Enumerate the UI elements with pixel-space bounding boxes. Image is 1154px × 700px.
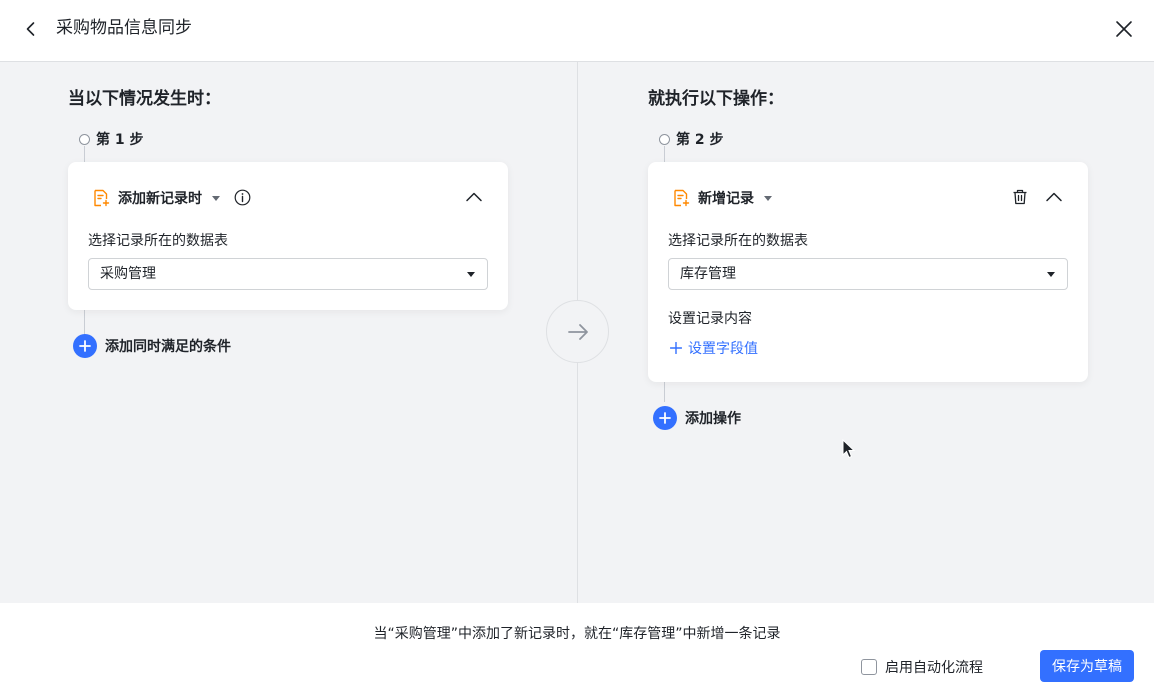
chevron-left-icon xyxy=(26,22,35,36)
step-dot xyxy=(79,133,90,145)
step-label: 第 1 步 xyxy=(96,132,144,148)
info-icon xyxy=(234,189,250,205)
trigger-type-selector[interactable]: 添加新记录时 xyxy=(92,188,220,208)
select-value: 库存管理 xyxy=(680,266,736,282)
enable-automation-checkbox[interactable] xyxy=(861,659,877,675)
set-field-value-label: 设置字段值 xyxy=(688,341,758,357)
chevron-up-icon xyxy=(466,192,482,202)
caret-down-icon xyxy=(467,272,475,277)
collapse-button[interactable] xyxy=(1043,186,1065,208)
collapse-button[interactable] xyxy=(463,186,485,208)
page-title: 采购物品信息同步 xyxy=(56,18,192,38)
plus-icon xyxy=(670,342,682,354)
trigger-table-select[interactable]: 采购管理 xyxy=(88,258,488,290)
chevron-up-icon xyxy=(1046,192,1062,202)
record-add-icon xyxy=(674,189,690,207)
record-content-label: 设置记录内容 xyxy=(668,311,752,327)
action-table-select[interactable]: 库存管理 xyxy=(668,258,1068,290)
record-add-icon xyxy=(94,189,110,207)
workflow-canvas: 当以下情况发生时： 第 1 步 添加新记录时 选择记录所在的数据表 采购管理 添… xyxy=(0,62,1154,603)
action-card: 新增记录 选择记录所在的数据表 库存管理 设置记录内容 设置字段值 xyxy=(648,162,1088,382)
add-action-label: 添加操作 xyxy=(685,411,741,427)
save-draft-button[interactable]: 保存为草稿 xyxy=(1040,650,1134,682)
add-action-button[interactable]: 添加操作 xyxy=(653,406,741,430)
caret-down-icon xyxy=(1047,272,1055,277)
add-condition-button[interactable]: 添加同时满足的条件 xyxy=(73,334,231,358)
trigger-title: 添加新记录时 xyxy=(118,191,202,207)
step-label: 第 2 步 xyxy=(676,132,724,148)
enable-automation-toggle[interactable]: 启用自动化流程 xyxy=(861,657,983,677)
enable-automation-label: 启用自动化流程 xyxy=(885,660,983,676)
flow-summary: 当“采购管理”中添加了新记录时，就在“库存管理”中新增一条记录 xyxy=(373,626,781,642)
set-field-value-link[interactable]: 设置字段值 xyxy=(670,338,758,358)
caret-down-icon xyxy=(212,195,220,201)
select-value: 采购管理 xyxy=(100,266,156,282)
plus-icon xyxy=(73,334,97,358)
action-heading: 就执行以下操作： xyxy=(648,89,784,109)
action-title: 新增记录 xyxy=(698,191,754,207)
mouse-cursor-icon xyxy=(842,439,856,459)
page-footer: 当“采购管理”中添加了新记录时，就在“库存管理”中新增一条记录 启用自动化流程 … xyxy=(0,603,1154,700)
info-button[interactable] xyxy=(231,186,253,208)
add-condition-label: 添加同时满足的条件 xyxy=(105,339,231,355)
trigger-card: 添加新记录时 选择记录所在的数据表 采购管理 xyxy=(68,162,508,310)
plus-icon xyxy=(653,406,677,430)
table-field-label: 选择记录所在的数据表 xyxy=(668,233,808,249)
close-button[interactable] xyxy=(1111,16,1137,42)
action-type-selector[interactable]: 新增记录 xyxy=(672,188,772,208)
back-button[interactable] xyxy=(18,16,44,42)
page-header: 采购物品信息同步 xyxy=(0,0,1154,62)
action-step: 第 2 步 xyxy=(659,129,724,149)
step-dot xyxy=(659,133,670,145)
trash-icon xyxy=(1013,189,1027,205)
arrow-right-icon xyxy=(567,323,588,340)
close-icon xyxy=(1116,21,1132,37)
caret-down-icon xyxy=(764,195,772,201)
flow-arrow xyxy=(546,300,609,363)
delete-button[interactable] xyxy=(1009,186,1031,208)
trigger-heading: 当以下情况发生时： xyxy=(68,89,221,109)
trigger-step: 第 1 步 xyxy=(79,129,144,149)
table-field-label: 选择记录所在的数据表 xyxy=(88,233,228,249)
